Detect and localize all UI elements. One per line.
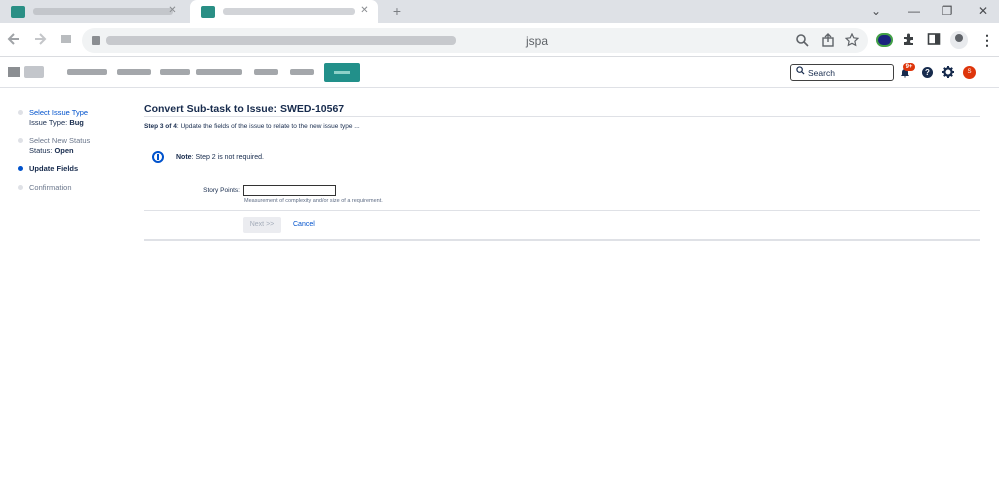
step-dot [18,138,23,143]
restore-icon[interactable]: ❐ [939,3,955,19]
tab-title-redacted [223,8,355,15]
story-points-label: Story Points: [203,187,240,194]
tab-search-chevron-icon[interactable]: ⌄ [868,3,884,19]
step-dot-current [18,166,23,171]
wizard-steps: Select Issue Type Issue Type: Bug Select… [18,108,130,201]
cancel-link[interactable]: Cancel [293,221,315,228]
page-title: Convert Sub-task to Issue: SWED-10567 [144,103,345,115]
note-text: : Step 2 is not required. [191,154,264,161]
back-icon[interactable] [6,32,22,48]
nav-item-redacted[interactable] [117,69,151,75]
extension-icon[interactable] [876,33,893,47]
nav-item-redacted[interactable] [67,69,107,75]
step-dot [18,110,23,115]
step-summary-value: Open [54,145,74,155]
lock-icon [92,36,100,45]
step-select-issue-type: Select Issue Type Issue Type: Bug [18,108,130,127]
more-menu-icon[interactable]: ⋮ [980,32,994,48]
bookmark-star-icon[interactable] [844,32,860,49]
step-dot [18,184,23,190]
step-label-current: Update Fields [29,164,79,173]
search-box[interactable] [790,64,894,81]
favicon-icon [11,5,25,18]
side-panel-icon[interactable] [926,32,942,48]
search-icon [796,66,805,79]
next-button[interactable]: Next >> [243,217,281,233]
story-points-description: Measurement of complexity and/or size of… [244,198,383,204]
nav-item-redacted[interactable] [254,69,278,75]
tab-close-icon[interactable]: ✕ [360,5,369,16]
url-tail: jspa [526,34,549,48]
new-tab-icon[interactable]: + [390,4,404,18]
browser-tab-strip: ✕ ✕ + ⌄ — ❐ ✕ [0,0,999,23]
step-label: Confirmation [29,182,72,192]
step-link-select-issue-type[interactable]: Select Issue Type [29,108,130,118]
app-header: 9+ ? S [0,57,999,88]
step-label: Select New Status [29,136,91,145]
divider [144,116,980,117]
gear-icon[interactable] [941,66,954,79]
step-caption-bold: Step 3 of 4 [144,123,177,130]
tab-title-redacted [33,8,173,15]
divider [144,210,980,211]
step-summary: Status: Open [29,146,130,156]
favicon-icon [201,5,215,18]
step-summary-value: Bug [69,117,84,127]
window-close-icon[interactable]: ✕ [975,3,991,19]
nav-item-redacted[interactable] [290,69,314,75]
nav-item-redacted[interactable] [196,69,242,75]
search-input[interactable] [808,66,892,79]
app-switcher-icon[interactable] [8,67,20,77]
profile-icon[interactable] [950,31,968,49]
step-caption-text: : Update the fields of the issue to rela… [176,123,360,130]
forward-icon[interactable] [32,32,48,48]
help-icon[interactable]: ? [922,67,933,78]
step-summary-label: Issue Type: [29,117,68,127]
step-confirmation: Confirmation [18,183,130,193]
note-bold: Note [176,154,192,161]
browser-toolbar: jspa ⋮ [0,23,999,57]
reload-icon[interactable] [58,32,74,48]
minimize-icon[interactable]: — [906,3,922,19]
extensions-puzzle-icon[interactable] [901,32,917,48]
zoom-icon[interactable] [794,33,810,49]
step-summary: Issue Type: Bug [29,118,130,128]
browser-tab-inactive[interactable]: ✕ [0,0,186,23]
create-button[interactable] [324,63,360,82]
story-points-input[interactable] [243,185,336,196]
step-update-fields: Update Fields [18,164,130,174]
divider [144,239,980,241]
avatar[interactable]: S [963,66,976,79]
logo[interactable] [24,66,44,78]
step-select-new-status: Select New Status Status: Open [18,136,130,155]
step-caption: Step 3 of 4: Update the fields of the is… [144,123,360,130]
url-redacted [106,36,456,45]
browser-tab-active[interactable]: ✕ [190,0,378,23]
address-bar[interactable]: jspa [82,28,868,53]
note-message: Note: Step 2 is not required. [176,154,264,161]
nav-item-redacted[interactable] [160,69,190,75]
share-icon[interactable] [820,33,836,49]
info-icon [152,151,164,163]
tab-close-icon[interactable]: ✕ [168,5,177,16]
step-summary-label: Status: [29,145,53,155]
notifications-badge: 9+ [903,63,915,71]
